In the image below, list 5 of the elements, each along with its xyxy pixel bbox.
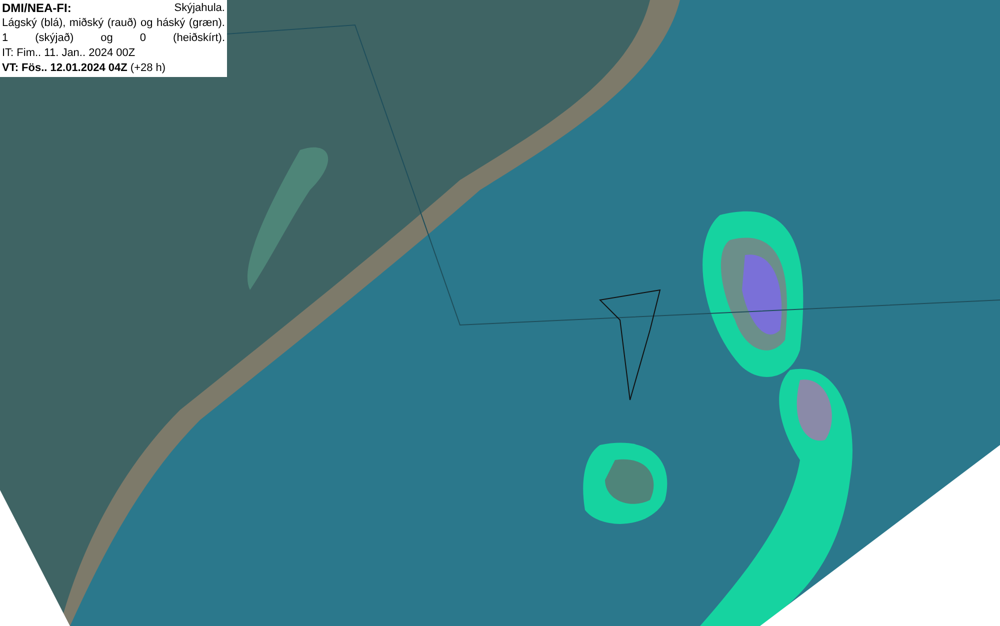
valid-time: VT: Fös.. 12.01.2024 04Z (+28 h) <box>2 61 167 76</box>
initial-time: IT: Fim.. 11. Jan.. 2024 00Z <box>2 46 136 61</box>
legend-title: DMI/NEA-FI: <box>2 1 72 16</box>
legend-description: Lágský (blá), miðský (rauð) og háský (græn). 1 (skýjað) og 0 (heiðskírt). <box>2 16 225 46</box>
legend-subtitle: Skýjahula. <box>174 1 225 16</box>
